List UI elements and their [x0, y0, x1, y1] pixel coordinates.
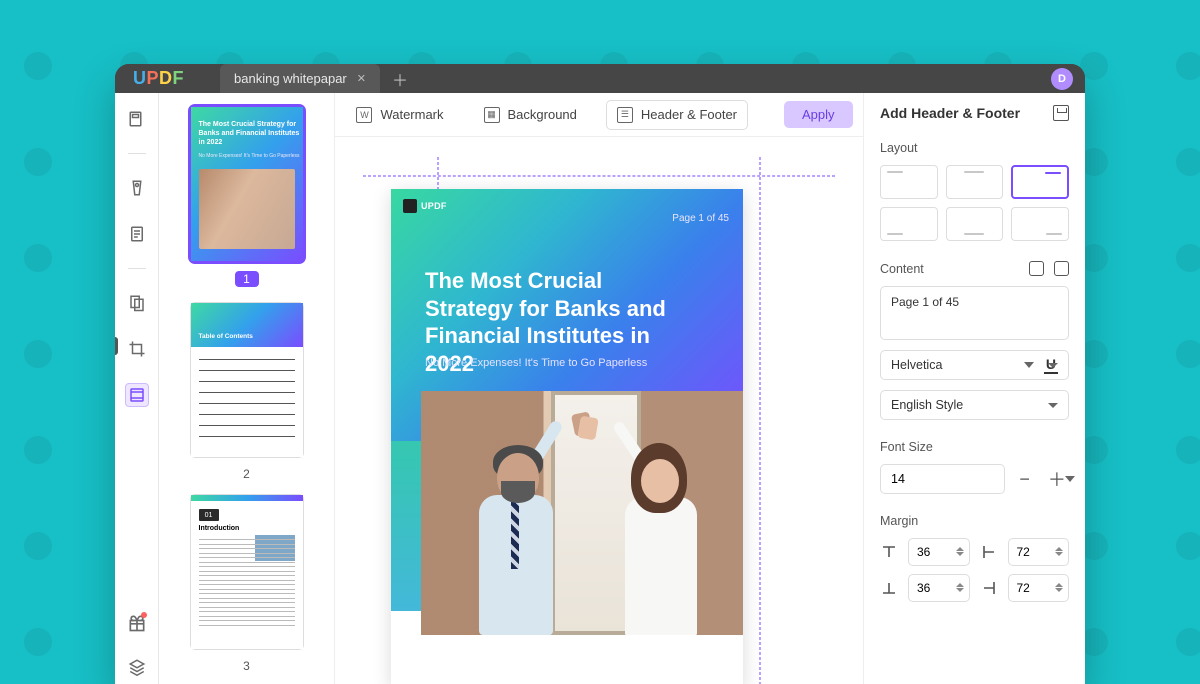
avatar[interactable]: D	[1051, 68, 1073, 90]
thumb3-title: Introduction	[199, 525, 240, 532]
margin-label: Margin	[880, 514, 1069, 528]
thumbnail-page-2[interactable]: Table of Contents	[191, 303, 303, 457]
thumb1-photo	[199, 169, 295, 249]
margin-controls: 36 72 36 72	[880, 538, 1069, 602]
apply-button[interactable]: Apply	[784, 101, 853, 128]
thumb2-lines	[199, 359, 295, 447]
layout-bottom-left[interactable]	[880, 207, 938, 241]
thumb1-number: 1	[235, 271, 259, 287]
page-subtitle: No More Expenses! It's Time to Go Paperl…	[425, 357, 647, 369]
ocr-icon[interactable]	[125, 176, 149, 200]
font-value: Helvetica	[891, 358, 942, 372]
margin-left-icon	[980, 543, 998, 561]
titlebar-right: D	[1051, 68, 1073, 90]
insert-date-icon[interactable]	[1029, 261, 1044, 276]
rail-collapse-handle[interactable]	[115, 337, 118, 355]
center-area: W Watermark ▦ Background ☰ Header & Foot…	[335, 93, 863, 684]
left-rail	[115, 93, 159, 684]
layout-options	[880, 165, 1069, 241]
page-hero-photo	[421, 391, 743, 635]
thumbnail-panel: The Most Crucial Strategy for Banks and …	[159, 93, 335, 684]
panel-title: Add Header & Footer	[880, 105, 1069, 121]
header-footer-tool-icon[interactable]	[125, 383, 149, 407]
tool-background[interactable]: ▦ Background	[473, 100, 588, 130]
layout-top-center[interactable]	[946, 165, 1004, 199]
font-size-decrease[interactable]: −	[1013, 466, 1037, 492]
thumb2-number: 2	[173, 467, 320, 481]
save-preset-icon[interactable]	[1053, 105, 1069, 121]
tool-header-footer[interactable]: ☰ Header & Footer	[606, 100, 748, 130]
properties-panel: Add Header & Footer Layout Content	[863, 93, 1085, 684]
thumb2-title: Table of Contents	[199, 333, 253, 340]
thumbnail-page-3[interactable]: 01 Introduction	[191, 495, 303, 649]
crop-icon[interactable]	[125, 337, 149, 361]
layout-bottom-center[interactable]	[946, 207, 1004, 241]
font-size-label: Font Size	[880, 440, 1069, 454]
tool-watermark[interactable]: W Watermark	[345, 100, 454, 130]
gift-icon[interactable]	[125, 611, 149, 635]
margin-right-input[interactable]: 72	[1008, 574, 1070, 602]
app-window: UPDF banking whitepapar ✕ ＋ D	[115, 64, 1085, 684]
app-logo: UPDF	[133, 68, 184, 89]
margin-bottom-input[interactable]: 36	[908, 574, 970, 602]
background-icon: ▦	[484, 107, 500, 123]
content-section-label: Content	[880, 261, 1069, 276]
thumbnail-icon[interactable]	[125, 107, 149, 131]
margin-right-icon	[980, 579, 998, 597]
font-size-input[interactable]: 14	[880, 464, 1005, 494]
layers-icon[interactable]	[125, 655, 149, 679]
apply-label: Apply	[802, 107, 835, 122]
pages-icon[interactable]	[125, 291, 149, 315]
notification-dot	[141, 612, 147, 618]
tab-strip: banking whitepapar ✕ ＋	[220, 64, 412, 93]
margin-top-input[interactable]: 36	[908, 538, 970, 566]
guide-top	[363, 175, 835, 177]
thumb3-num-box: 01	[199, 509, 219, 521]
tab-document[interactable]: banking whitepapar ✕	[220, 64, 380, 93]
thumb3-text	[199, 539, 295, 641]
layout-section-label: Layout	[880, 141, 1069, 155]
font-size-controls: 14 − ＋	[880, 464, 1069, 494]
page-preview: UPDF Page 1 of 45 The Most Crucial Strat…	[391, 189, 743, 684]
rail-separator	[128, 153, 146, 154]
insert-page-icon[interactable]	[1054, 261, 1069, 276]
page-logo: UPDF	[403, 199, 447, 213]
layout-top-right[interactable]	[1011, 165, 1069, 199]
layout-top-left[interactable]	[880, 165, 938, 199]
tab-label: banking whitepapar	[234, 71, 347, 86]
underline-toggle-icon[interactable]: U	[1044, 356, 1058, 374]
style-select[interactable]: English Style	[880, 390, 1069, 420]
thumb3-number: 3	[173, 659, 320, 673]
thumb1-title: The Most Crucial Strategy for Banks and …	[199, 121, 300, 147]
person-left	[449, 435, 559, 635]
tool-background-label: Background	[508, 107, 577, 122]
close-tab-icon[interactable]: ✕	[357, 72, 366, 85]
guide-right	[759, 157, 761, 684]
new-tab-button[interactable]: ＋	[388, 67, 412, 91]
watermark-icon: W	[356, 107, 372, 123]
content-value: Page 1 of 45	[891, 295, 959, 309]
layout-bottom-right[interactable]	[1011, 207, 1069, 241]
font-select[interactable]: Helvetica U	[880, 350, 1069, 380]
thumbnail-page-1[interactable]: The Most Crucial Strategy for Banks and …	[191, 107, 303, 261]
note-icon[interactable]	[125, 222, 149, 246]
page-tools-toolbar: W Watermark ▦ Background ☰ Header & Foot…	[335, 93, 863, 137]
page-indicator: Page 1 of 45	[672, 213, 729, 224]
margin-top-icon	[880, 543, 898, 561]
app-body: The Most Crucial Strategy for Banks and …	[115, 93, 1085, 684]
page-gradient-side	[391, 441, 421, 611]
titlebar: UPDF banking whitepapar ✕ ＋ D	[115, 64, 1085, 93]
header-footer-icon: ☰	[617, 107, 633, 123]
tool-watermark-label: Watermark	[380, 107, 443, 122]
margin-bottom-icon	[880, 579, 898, 597]
tool-header-footer-label: Header & Footer	[641, 107, 737, 122]
content-textarea[interactable]: Page 1 of 45	[880, 286, 1069, 340]
style-value: English Style	[891, 398, 963, 412]
person-right	[605, 435, 725, 635]
page-canvas[interactable]: UPDF Page 1 of 45 The Most Crucial Strat…	[335, 137, 863, 684]
thumb1-sub: No More Expenses! It's Time to Go Paperl…	[199, 153, 300, 159]
rail-separator	[128, 268, 146, 269]
margin-left-input[interactable]: 72	[1008, 538, 1070, 566]
